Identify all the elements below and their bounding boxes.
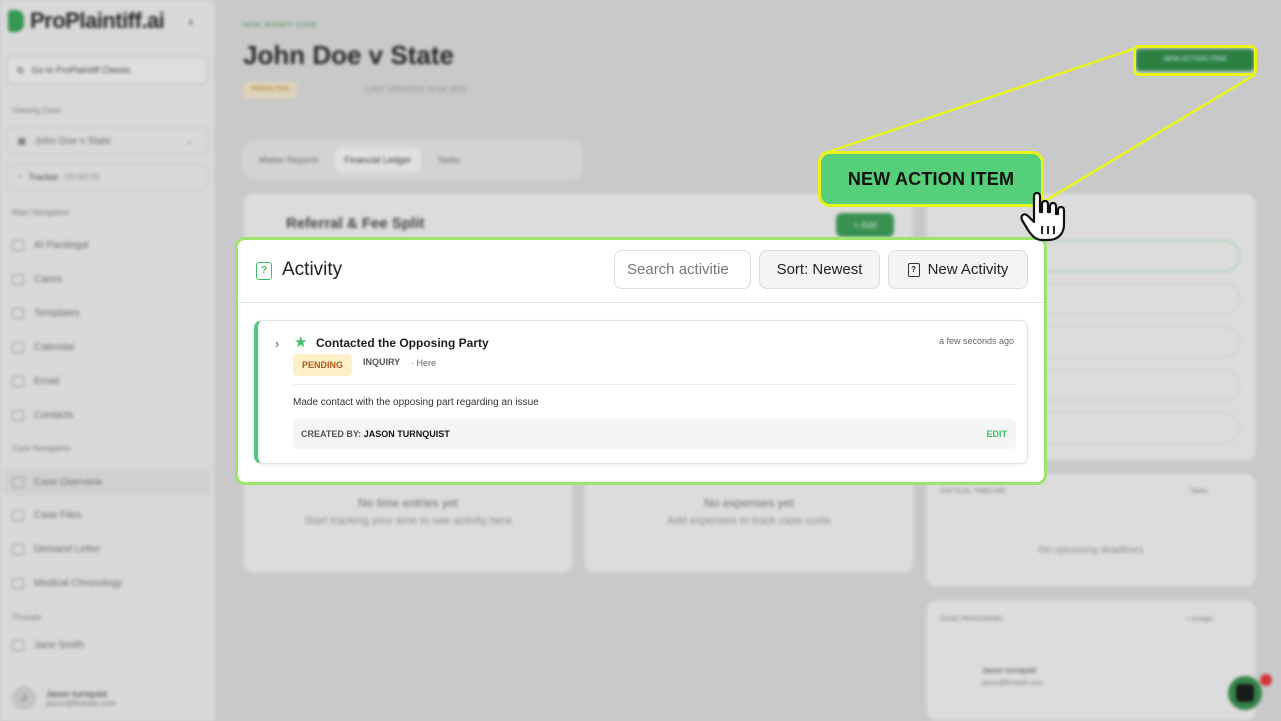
chevron-right-icon[interactable]: › <box>275 336 279 351</box>
question-file-icon: ? <box>256 262 272 280</box>
activity-description: Made contact with the opposing part rega… <box>293 397 539 408</box>
activity-item[interactable]: › ★ Contacted the Opposing Party a few s… <box>254 320 1028 464</box>
new-activity-label: New Activity <box>927 261 1009 278</box>
activity-item-time: a few seconds ago <box>938 336 1014 346</box>
callout-label: NEW ACTION ITEM <box>818 151 1044 207</box>
activity-panel: ? Activity Sort: Newest ? New Activity ›… <box>235 237 1047 485</box>
activity-item-title: Contacted the Opposing Party <box>316 336 489 350</box>
activity-footer: CREATED BY: JASON TURNQUIST EDIT <box>293 419 1016 449</box>
activity-type: INQUIRY <box>363 357 401 367</box>
activity-header: ? Activity Sort: Newest ? New Activity <box>238 240 1044 303</box>
question-file-icon: ? <box>907 262 920 277</box>
activity-title: Activity <box>282 259 343 280</box>
activity-location: · Here <box>411 358 437 368</box>
divider <box>293 384 1016 385</box>
new-activity-button[interactable]: ? New Activity <box>888 250 1028 289</box>
created-by: CREATED BY: JASON TURNQUIST <box>301 429 450 439</box>
created-by-label: CREATED BY: <box>301 429 362 439</box>
created-by-name: JASON TURNQUIST <box>363 429 450 439</box>
hand-pointer-icon <box>1020 191 1066 242</box>
edit-button[interactable]: EDIT <box>986 429 1007 439</box>
star-icon[interactable]: ★ <box>294 333 307 351</box>
status-badge: PENDING <box>293 354 353 376</box>
search-input[interactable] <box>614 250 751 289</box>
highlight-box <box>1133 45 1257 76</box>
sort-button[interactable]: Sort: Newest <box>759 250 880 289</box>
